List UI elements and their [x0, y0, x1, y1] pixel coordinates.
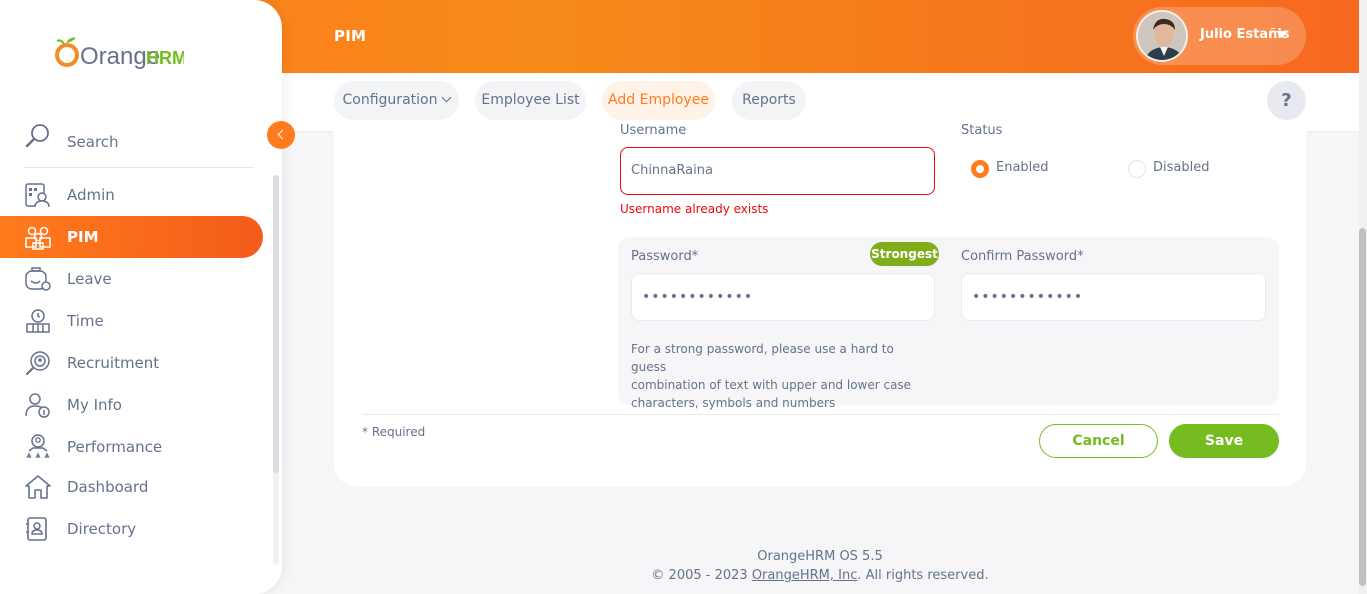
sidebar-item-label: Directory — [67, 520, 137, 538]
sidebar-item-label: Performance — [67, 438, 163, 456]
top-nav: Configuration Employee List Add Employee… — [282, 73, 1360, 131]
tab-employee-list[interactable]: Employee List — [475, 81, 586, 120]
footer-copyright: © 2005 - 2023 OrangeHRM, Inc. All rights… — [320, 568, 1320, 583]
status-disabled-radio[interactable] — [1128, 160, 1146, 178]
required-note: * Required — [362, 425, 426, 439]
footer-version: OrangeHRM OS 5.5 — [757, 549, 883, 564]
status-enabled-radio[interactable] — [971, 160, 989, 178]
brand-text-2: HRM — [146, 48, 184, 68]
password-hint: For a strong password, please use a hard… — [631, 340, 931, 412]
password-strength-badge: Strongest — [870, 242, 939, 266]
search-icon — [25, 124, 49, 148]
hint-line: For a strong password, please use a hard… — [631, 342, 894, 374]
sidebar-item-admin[interactable]: Admin — [0, 174, 263, 216]
directory-icon — [26, 517, 47, 541]
sidebar-search[interactable]: Search — [24, 122, 254, 162]
sidebar-item-my-info[interactable]: My Info — [0, 384, 263, 426]
username-error: Username already exists — [620, 202, 769, 216]
username-input[interactable]: ChinnaRaina — [620, 147, 935, 195]
sidebar-item-dashboard[interactable]: Dashboard — [0, 466, 263, 508]
recruitment-icon — [25, 351, 50, 376]
collapse-sidebar-button[interactable] — [267, 121, 295, 149]
divider — [24, 167, 254, 168]
sidebar-item-performance[interactable]: Performance — [0, 426, 263, 468]
sidebar-item-label: Dashboard — [67, 478, 149, 496]
brand-logo: Orange HRM — [54, 33, 187, 73]
sidebar-item-directory[interactable]: Directory — [0, 508, 263, 550]
copyright-prefix: © 2005 - 2023 — [651, 568, 752, 583]
password-label: Password* — [631, 249, 699, 264]
performance-icon — [26, 434, 50, 458]
avatar — [1136, 10, 1188, 62]
sidebar-item-label: PIM — [67, 228, 99, 246]
username-label: Username — [620, 123, 687, 138]
sidebar-item-label: Recruitment — [67, 354, 160, 372]
password-input[interactable]: •••••••••••• — [631, 273, 935, 321]
sidebar-item-label: Admin — [67, 186, 115, 204]
sidebar-scrollbar[interactable] — [273, 175, 279, 473]
confirm-password-label: Confirm Password* — [961, 249, 1084, 264]
save-button[interactable]: Save — [1169, 424, 1279, 458]
status-disabled-label: Disabled — [1153, 160, 1210, 175]
sidebar-item-label: My Info — [67, 396, 122, 414]
tab-configuration[interactable]: Configuration — [334, 81, 459, 120]
admin-icon — [25, 183, 50, 208]
tab-reports[interactable]: Reports — [732, 81, 806, 120]
cancel-button[interactable]: Cancel — [1039, 424, 1158, 458]
sidebar-item-leave[interactable]: Leave — [0, 258, 263, 300]
add-employee-card: Username ChinnaRaina Username already ex… — [334, 123, 1306, 486]
sidebar-item-time[interactable]: Time — [0, 300, 263, 342]
dashboard-icon — [25, 475, 51, 499]
sidebar-item-label: Time — [67, 312, 104, 330]
sidebar-item-recruitment[interactable]: Recruitment — [0, 342, 263, 384]
time-icon — [26, 309, 50, 333]
confirm-password-input[interactable]: •••••••••••• — [961, 273, 1266, 321]
caret-down-icon — [1276, 31, 1288, 38]
sidebar-item-label: Leave — [67, 270, 112, 288]
hint-line: combination of text with upper and lower… — [631, 378, 912, 392]
copyright-suffix: . All rights reserved. — [857, 568, 989, 583]
status-label: Status — [961, 123, 1003, 138]
tab-add-employee[interactable]: Add Employee — [602, 81, 715, 120]
user-dropdown[interactable]: Julio Estañis — [1133, 7, 1306, 65]
search-label: Search — [67, 133, 119, 151]
my-info-icon — [25, 393, 50, 418]
sidebar: Orange HRM Search Admin PIM Leave Time R… — [0, 0, 282, 594]
sidebar-item-pim[interactable]: PIM — [0, 216, 263, 258]
form-divider — [362, 414, 1279, 415]
company-link[interactable]: OrangeHRM, Inc — [752, 568, 858, 583]
help-button[interactable]: ? — [1267, 81, 1306, 120]
pim-icon — [25, 226, 51, 250]
tab-label: Configuration — [342, 92, 438, 108]
status-enabled-label: Enabled — [996, 160, 1049, 175]
module-title: PIM — [334, 27, 367, 45]
hint-line: characters, symbols and numbers — [631, 396, 836, 410]
page-scrollbar[interactable] — [1359, 228, 1366, 586]
leave-icon — [25, 267, 51, 291]
chevron-down-icon — [442, 92, 452, 103]
